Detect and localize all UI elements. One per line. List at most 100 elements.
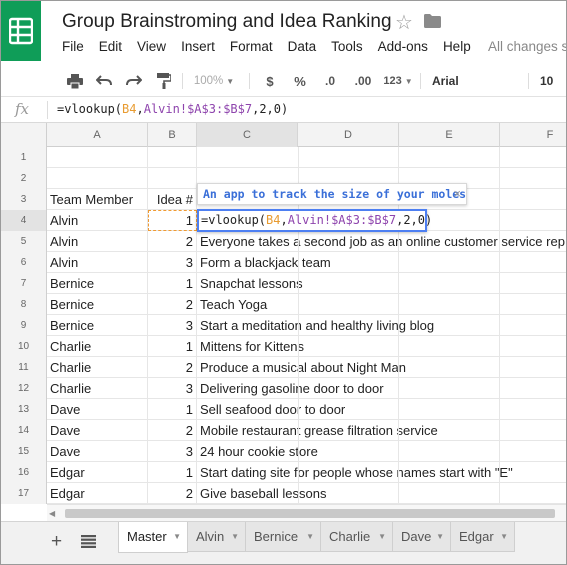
cell-d[interactable]	[298, 294, 399, 315]
cell-a[interactable]: Alvin	[47, 231, 148, 252]
row-header[interactable]: 14	[1, 420, 47, 441]
cell-e[interactable]	[399, 252, 500, 273]
sheet-tab-alvin[interactable]: Alvin ▼	[188, 522, 246, 552]
cell-e[interactable]	[399, 441, 500, 462]
cell-b[interactable]: Idea #	[148, 189, 197, 210]
row-header[interactable]: 8	[1, 294, 47, 315]
scroll-left-icon[interactable]: ◀	[49, 509, 55, 518]
cell-e[interactable]	[399, 273, 500, 294]
zoom-select[interactable]: 100% ▼	[191, 71, 237, 91]
cell-c[interactable]: Start dating site for people whose names…	[197, 462, 513, 483]
cell-a[interactable]: Edgar	[47, 483, 148, 504]
cell-c[interactable]: 24 hour cookie store	[197, 441, 318, 462]
cell-e[interactable]	[399, 336, 500, 357]
add-sheet-button[interactable]: +	[51, 531, 62, 553]
chevron-down-icon[interactable]: ▼	[231, 522, 239, 552]
cell-b[interactable]: 2	[148, 420, 197, 441]
cell-editor[interactable]: =vlookup(B4,Alvin!$A$3:$B$7,2,0)	[197, 209, 432, 232]
cell-a[interactable]: Charlie	[47, 378, 148, 399]
cell-a[interactable]: Team Member	[47, 189, 148, 210]
menu-format[interactable]: Format	[230, 39, 273, 54]
cell-a[interactable]: Dave	[47, 441, 148, 462]
chevron-down-icon[interactable]: ▼	[306, 522, 314, 552]
row-header[interactable]: 17	[1, 483, 47, 504]
column-header-e[interactable]: E	[399, 123, 500, 147]
column-header-d[interactable]: D	[298, 123, 399, 147]
cell-c[interactable]: Produce a musical about Night Man	[197, 357, 406, 378]
column-header-b[interactable]: B	[148, 123, 197, 147]
print-button[interactable]	[65, 71, 85, 91]
cell-b[interactable]: 3	[148, 441, 197, 462]
column-header-a[interactable]: A	[47, 123, 148, 147]
save-status[interactable]: All changes s	[488, 39, 566, 54]
cell-d[interactable]	[298, 357, 399, 378]
cell-b[interactable]	[148, 147, 197, 168]
cell-a[interactable]: Bernice	[47, 273, 148, 294]
sheet-tab-dave[interactable]: Dave ▼	[393, 522, 451, 552]
decrease-decimal-button[interactable]: .0	[320, 71, 340, 91]
sheet-tab-bernice[interactable]: Bernice ▼	[246, 522, 321, 552]
cell-d[interactable]	[298, 336, 399, 357]
cell-e[interactable]	[399, 399, 500, 420]
menu-help[interactable]: Help	[443, 39, 471, 54]
menu-file[interactable]: File	[62, 39, 84, 54]
row-header[interactable]: 15	[1, 441, 47, 462]
cell-a[interactable]: Alvin	[47, 252, 148, 273]
row-header[interactable]: 6	[1, 252, 47, 273]
cell-d[interactable]	[298, 483, 399, 504]
cell-c[interactable]: Snapchat lessons	[197, 273, 303, 294]
sheet-tab-charlie[interactable]: Charlie ▼	[321, 522, 393, 552]
scrollbar-thumb[interactable]	[65, 509, 555, 518]
cell-a[interactable]: Bernice	[47, 315, 148, 336]
formula-input[interactable]: =vlookup(B4,Alvin!$A$3:$B$7,2,0)	[57, 102, 288, 116]
cell-a[interactable]: Charlie	[47, 336, 148, 357]
chevron-down-icon[interactable]: ▼	[436, 522, 444, 552]
cell-c[interactable]: Sell seafood door to door	[197, 399, 345, 420]
cell-c[interactable]: Mobile restaurant grease filtration serv…	[197, 420, 438, 441]
sheet-list-icon[interactable]	[81, 535, 96, 548]
folder-icon[interactable]	[424, 14, 441, 28]
horizontal-scrollbar[interactable]: ◀	[47, 504, 566, 521]
undo-button[interactable]	[94, 71, 114, 91]
menu-data[interactable]: Data	[288, 39, 317, 54]
sheets-logo[interactable]	[1, 1, 41, 61]
cell-b[interactable]: 1	[148, 210, 197, 231]
cell-d[interactable]	[298, 147, 399, 168]
cell-d[interactable]	[298, 399, 399, 420]
cell-e[interactable]	[399, 147, 500, 168]
cell-e[interactable]	[399, 315, 500, 336]
cell-d[interactable]	[298, 378, 399, 399]
increase-decimal-button[interactable]: .00	[350, 71, 376, 91]
star-icon[interactable]: ☆	[395, 10, 413, 35]
cell-a[interactable]	[47, 168, 148, 189]
cell-b[interactable]: 3	[148, 378, 197, 399]
row-header[interactable]: 9	[1, 315, 47, 336]
cell-a[interactable]: Dave	[47, 399, 148, 420]
percent-format-button[interactable]: %	[292, 71, 308, 91]
cell-a[interactable]: Charlie	[47, 357, 148, 378]
document-title[interactable]: Group Brainstroming and Idea Ranking	[62, 11, 392, 33]
cell-e[interactable]	[399, 357, 500, 378]
cell-c[interactable]: Delivering gasoline door to door	[197, 378, 384, 399]
cell-d[interactable]	[298, 420, 399, 441]
row-header[interactable]: 12	[1, 378, 47, 399]
cell-b[interactable]	[148, 168, 197, 189]
cell-e[interactable]	[399, 378, 500, 399]
cell-c[interactable]: Teach Yoga	[197, 294, 298, 315]
cell-d[interactable]	[298, 273, 399, 294]
cell-b[interactable]: 2	[148, 231, 197, 252]
sheet-tab-master[interactable]: Master ▼	[118, 522, 188, 553]
cell-c[interactable]	[197, 147, 298, 168]
cell-a[interactable]	[47, 147, 148, 168]
font-family-select[interactable]: Arial	[432, 71, 459, 91]
cell-e[interactable]	[399, 420, 500, 441]
cell-b[interactable]: 2	[148, 357, 197, 378]
cell-b[interactable]: 2	[148, 294, 197, 315]
cell-d[interactable]	[298, 315, 399, 336]
column-header-c[interactable]: C	[197, 123, 298, 147]
row-header[interactable]: 10	[1, 336, 47, 357]
paint-format-button[interactable]	[155, 71, 173, 91]
menu-view[interactable]: View	[137, 39, 166, 54]
close-icon[interactable]: ×	[453, 184, 461, 204]
cell-e[interactable]	[399, 294, 500, 315]
